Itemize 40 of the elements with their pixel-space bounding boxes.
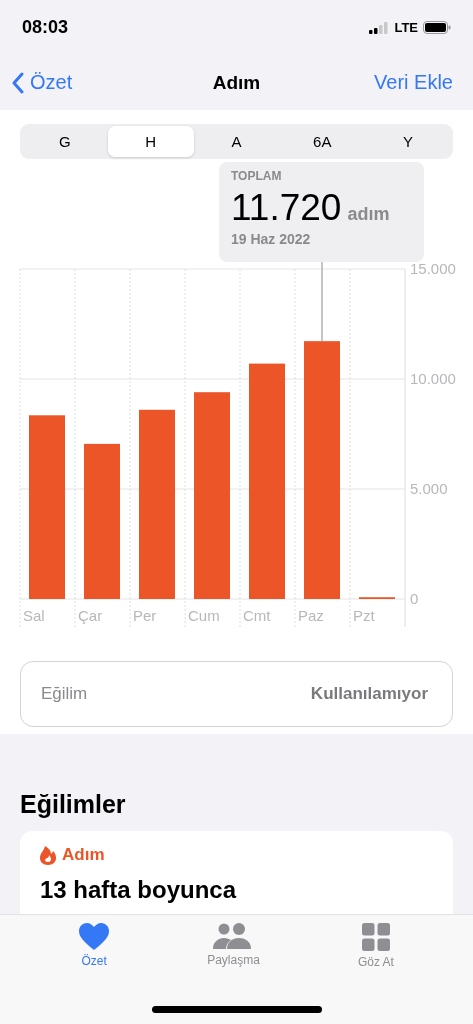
segment-tab[interactable]: G <box>22 126 108 157</box>
axis-label: Pzt <box>353 607 375 624</box>
axis-label: Paz <box>298 607 324 624</box>
axis-label: Sal <box>23 607 45 624</box>
segment-tab[interactable]: Y <box>365 126 451 157</box>
axis-label: Cmt <box>243 607 271 624</box>
axis-label: Cum <box>188 607 220 624</box>
heart-icon <box>79 923 110 950</box>
axis-label: Çar <box>78 607 103 624</box>
trend-label: Eğilim <box>41 684 88 704</box>
tooltip-date: 19 Haz 2022 <box>231 231 312 247</box>
section-title: Eğilimler <box>20 790 127 819</box>
card-category: Adım <box>62 845 105 865</box>
card-headline: 13 hafta boyunca <box>40 877 238 903</box>
signal-icon <box>369 21 390 34</box>
network-label: LTE <box>394 20 418 35</box>
axis-label: 15.000 <box>410 260 456 277</box>
trend-row[interactable]: Eğilim Kullanılamıyor <box>20 661 453 727</box>
tooltip-label: TOPLAM <box>231 169 283 183</box>
trend-value: Kullanılamıyor <box>310 684 428 704</box>
flame-icon <box>40 845 56 865</box>
segment-tab[interactable]: A <box>193 126 280 157</box>
axis-label: 10.000 <box>410 370 456 387</box>
tooltip-value: 11.720 <box>231 187 342 229</box>
segment-tab[interactable]: 6A <box>279 126 366 157</box>
axis-label: 0 <box>410 590 419 607</box>
segment-tab[interactable]: H <box>107 126 194 157</box>
tooltip-unit: adım <box>347 204 390 225</box>
axis-label: Per <box>133 607 157 624</box>
nav-title: Adım <box>212 71 261 94</box>
back-button[interactable]: Özet <box>12 71 73 94</box>
battery-icon <box>423 21 451 34</box>
trend-card[interactable]: Adım 13 hafta boyunca <box>20 831 453 917</box>
people-icon <box>213 923 254 949</box>
add-data-button[interactable]: Veri Ekle <box>374 71 461 94</box>
status-time: 08:03 <box>22 17 69 38</box>
chevron-left-icon <box>12 71 24 94</box>
grid-icon <box>361 923 390 951</box>
axis-label: 5.000 <box>410 480 448 497</box>
tab-bar-item[interactable]: Özet <box>75 919 114 975</box>
